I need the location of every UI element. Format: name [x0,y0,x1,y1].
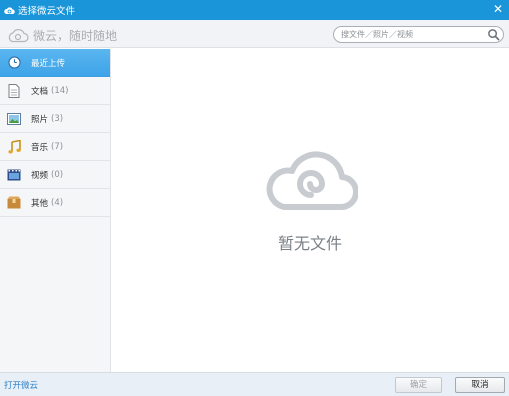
video-icon [7,168,21,182]
sidebar-item-label: 照片 [31,114,49,125]
close-button[interactable]: ✕ [491,2,505,16]
slogan-text: 微云，随时随地 [33,29,118,43]
window-title: 选择微云文件 [18,6,76,17]
empty-cloud-icon [266,151,358,211]
sidebar-item-label: 音乐 [31,142,49,153]
cancel-button[interactable]: 取消 [455,377,505,393]
sidebar-item-documents[interactable]: 文档 (14) [0,77,110,105]
sidebar-item-count: (3) [51,113,64,124]
empty-state-text: 暂无文件 [277,234,342,253]
search-box[interactable] [333,26,504,43]
sidebar-item-label: 其他 [31,198,49,209]
sidebar-item-count: (4) [51,197,64,208]
category-sidebar: 最近上传 文档 (14) 照片 (3) 音乐 (7) 视频 (0) 其他 (4) [0,49,111,372]
photo-icon [7,112,21,126]
sidebar-item-recent[interactable]: 最近上传 [0,49,110,77]
sidebar-item-label: 最近上传 [31,58,66,69]
cloud-logo-icon [8,28,29,42]
sidebar-item-videos[interactable]: 视频 (0) [0,161,110,189]
music-icon [7,139,21,154]
weiyun-logo: 微云，随时随地 [7,27,117,44]
file-list-area: 暂无文件 [111,49,509,372]
search-icon[interactable] [487,28,500,41]
sidebar-item-music[interactable]: 音乐 (7) [0,133,110,161]
footer-bar: 打开微云 确定 取消 [0,372,509,396]
sidebar-item-count: (14) [51,85,69,96]
document-icon [7,83,21,98]
box-icon [7,196,21,210]
cloud-icon [4,6,15,14]
sidebar-item-count: (0) [51,169,64,180]
clock-icon [7,56,21,70]
sidebar-item-label: 文档 [31,86,49,97]
sidebar-item-other[interactable]: 其他 (4) [0,189,110,217]
search-input[interactable] [341,28,481,41]
toolbar: 微云，随时随地 [0,20,509,48]
confirm-button[interactable]: 确定 [395,377,442,393]
open-weiyun-link[interactable]: 打开微云 [4,379,38,391]
title-bar: 选择微云文件 ✕ [0,0,509,20]
sidebar-item-photos[interactable]: 照片 (3) [0,105,110,133]
sidebar-item-count: (7) [51,141,64,152]
sidebar-item-label: 视频 [31,170,49,181]
